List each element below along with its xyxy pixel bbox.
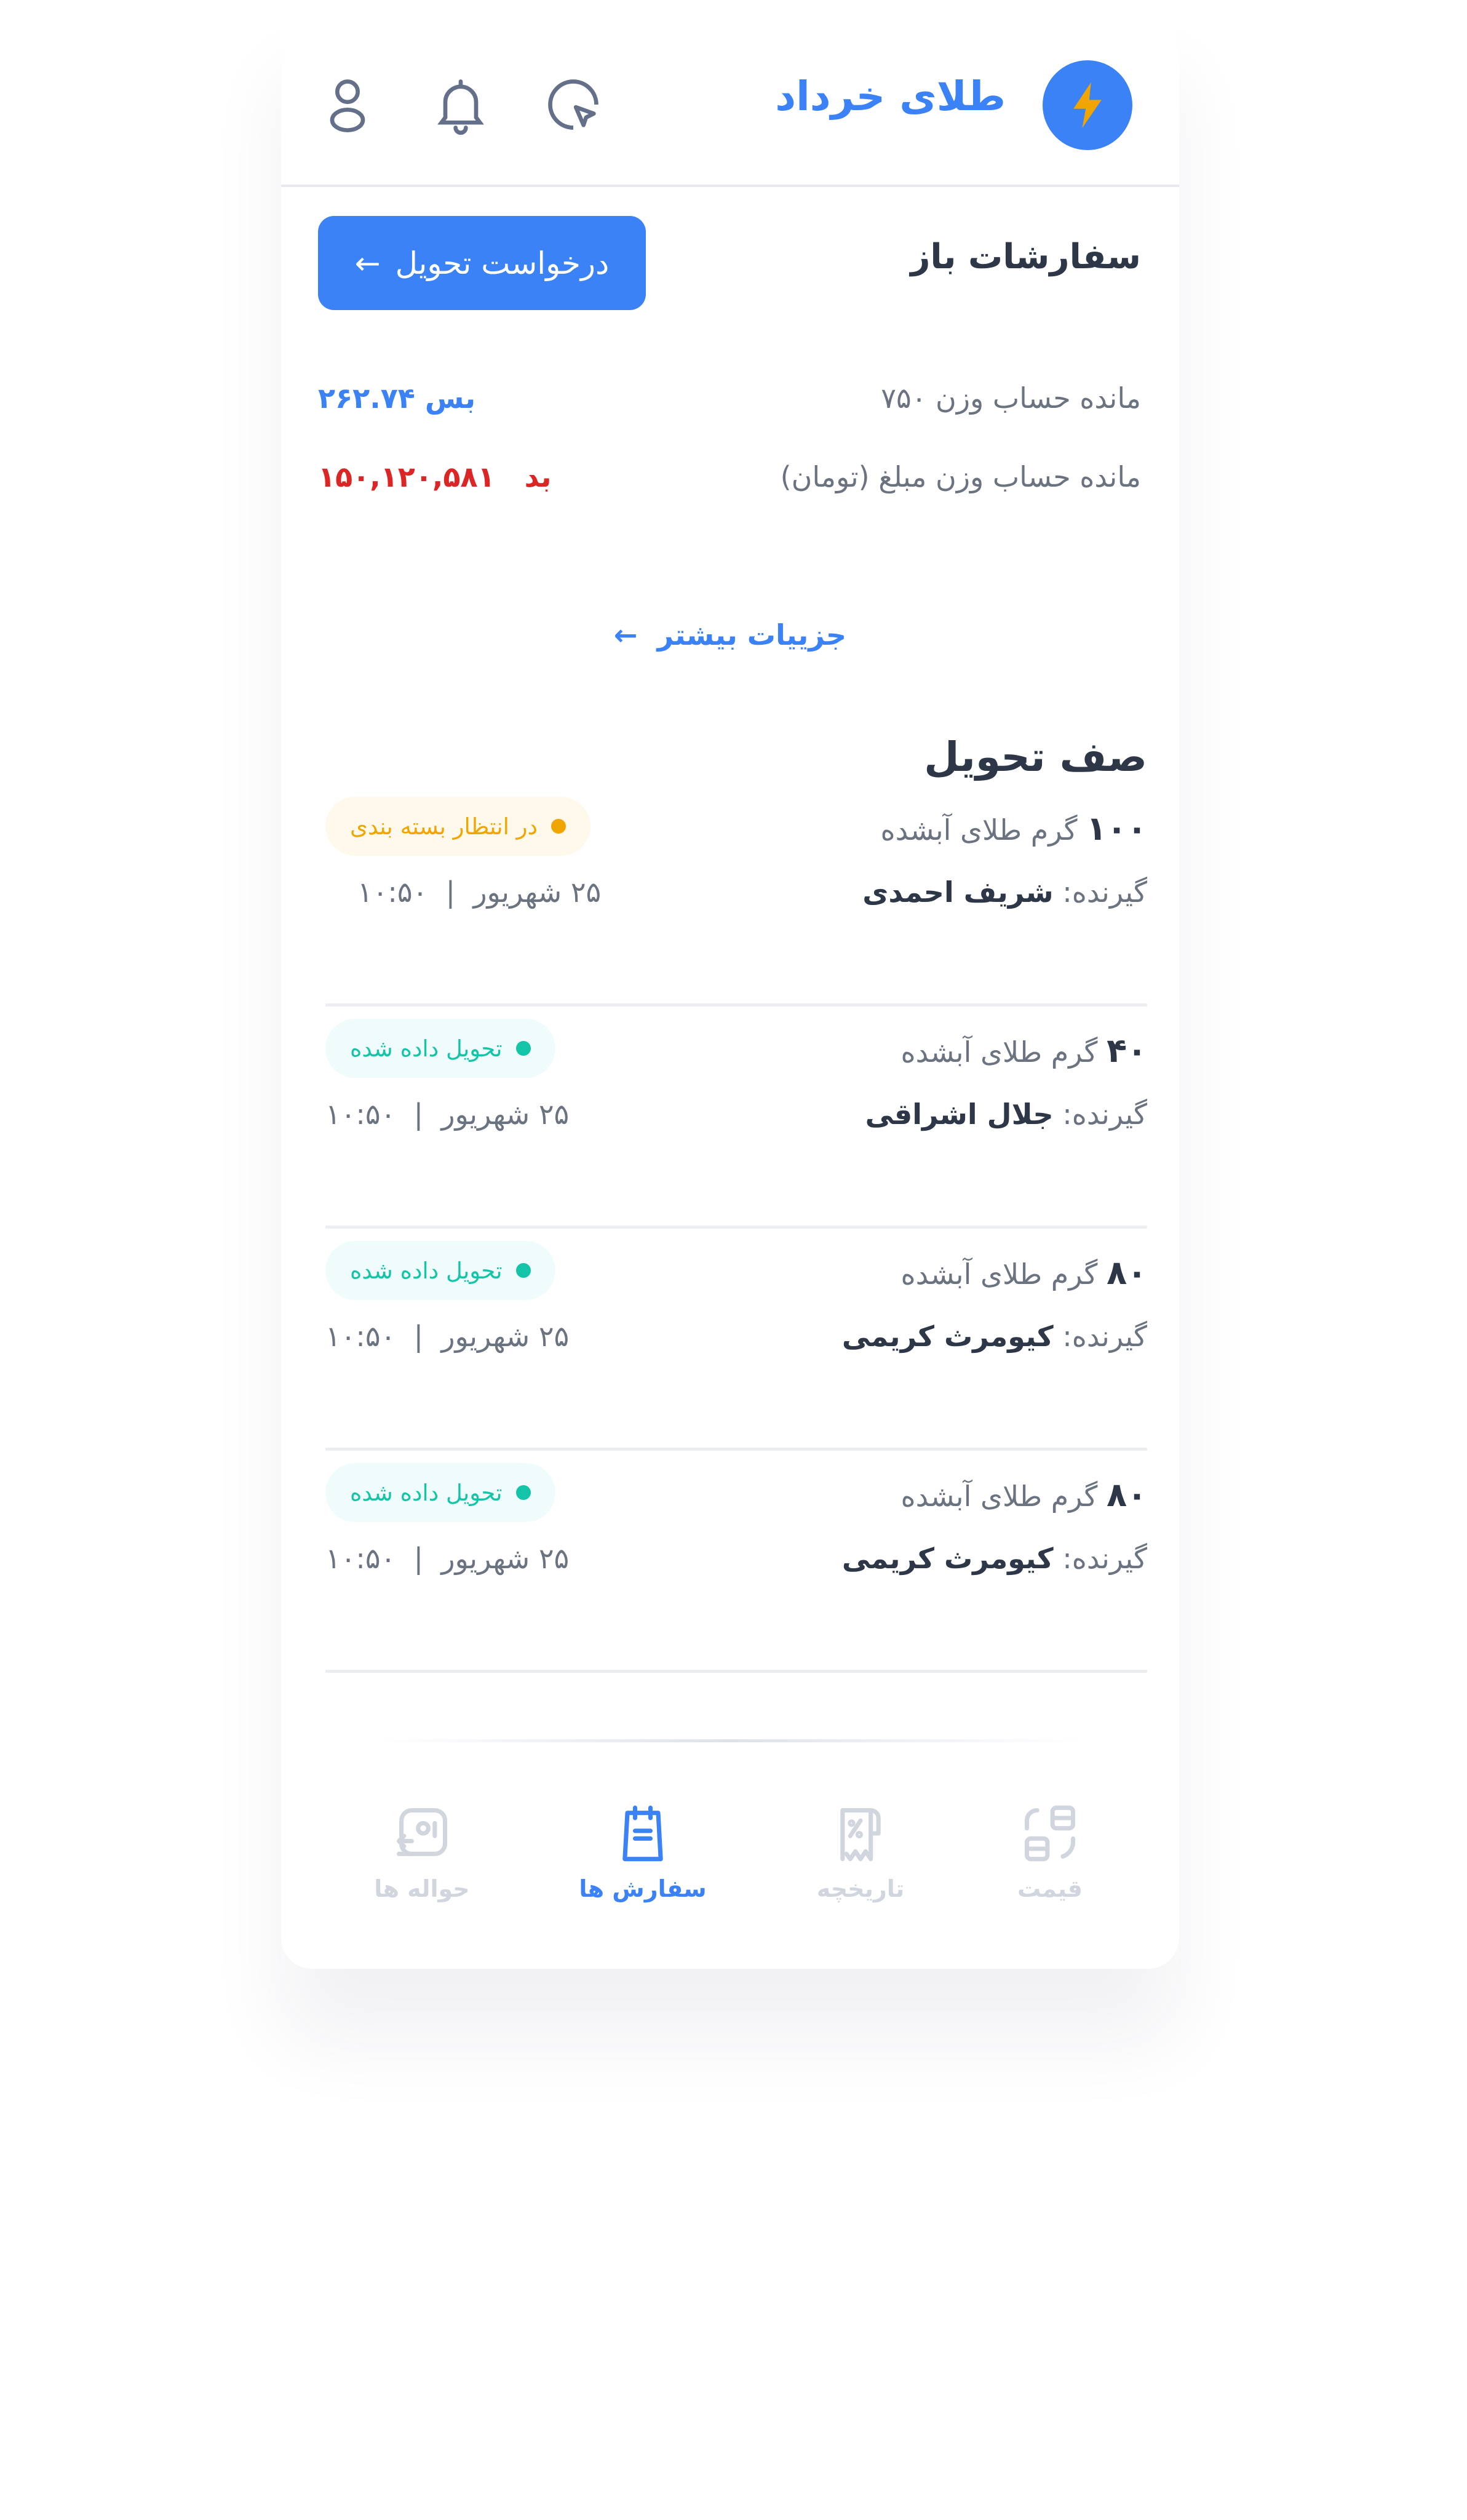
amount-unit: گرم طلای آبشده <box>900 1480 1098 1513</box>
transfer-icon <box>396 1808 448 1856</box>
item-receiver: گیرنده: کیومرث کریمی <box>842 1320 1147 1353</box>
user-icon[interactable] <box>317 74 378 135</box>
nav-item[interactable]: قیمت <box>976 1803 1124 1902</box>
nav-label: حواله ها <box>374 1875 470 1902</box>
item-receiver: گیرنده: شریف احمدی <box>862 875 1147 909</box>
status-dot <box>515 1263 531 1278</box>
queue-item[interactable]: ۱۰۰ گرم طلای آبشده گیرنده: شریف احمدی در… <box>325 784 1147 1007</box>
item-amount: ۱۰۰ گرم طلای آبشده <box>881 809 1147 848</box>
amount-unit: گرم طلای آبشده <box>900 1258 1098 1291</box>
nav-label: تاریخچه <box>816 1875 905 1902</box>
item-date: ۲۵ شهریور | ۱۰:۵۰ <box>325 1542 570 1575</box>
item-amount: ۸۰ گرم طلای آبشده <box>901 1253 1147 1292</box>
item-amount: ۴۰ گرم طلای آبشده <box>901 1031 1147 1070</box>
item-date: ۲۵ شهریور | ۱۰:۵۰ <box>325 1320 570 1353</box>
nav-label: سفارش ها <box>579 1875 707 1902</box>
weight-balance-label: مانده حساب وزن ۷۵۰ <box>881 381 1141 415</box>
item-date: ۲۵ شهریور | ۱۰:۵۰ <box>325 1098 570 1131</box>
amount-value: ۸۰ <box>1107 1253 1147 1292</box>
queue-title: صف تحویل <box>924 733 1147 781</box>
item-receiver: گیرنده: کیومرث کریمی <box>842 1542 1147 1575</box>
item-amount: ۸۰ گرم طلای آبشده <box>901 1475 1147 1514</box>
receiver-label: گیرنده: <box>1062 875 1147 909</box>
queue-item[interactable]: ۸۰ گرم طلای آبشده گیرنده: کیومرث کریمی ت… <box>325 1451 1147 1673</box>
status-label: در انتظار بسته بندی <box>350 813 538 840</box>
receiver-name: کیومرث کریمی <box>841 1542 1054 1575</box>
weight-balance-value: بس ۲۶۲.۷۴ <box>318 381 476 415</box>
queue-item[interactable]: ۸۰ گرم طلای آبشده گیرنده: کیومرث کریمی ت… <box>325 1229 1147 1451</box>
status-badge: تحویل داده شده <box>325 1241 555 1300</box>
amount-value: ۸۰ <box>1107 1475 1147 1514</box>
receipt-icon <box>840 1808 881 1862</box>
request-delivery-button[interactable]: درخواست تحویل ← <box>318 216 646 310</box>
item-divider <box>325 1670 1147 1673</box>
amount-value: ۱۰۰ <box>1086 809 1147 848</box>
receiver-name: جلال اشراقی <box>865 1098 1054 1131</box>
amount-unit: گرم طلای آبشده <box>880 813 1078 847</box>
nav-item[interactable]: تاریخچه <box>787 1803 934 1902</box>
amount-balance-value: بد ۱۵۰,۱۲۰,۵۸۱ <box>318 460 552 493</box>
amount-value: ۴۰ <box>1107 1031 1147 1070</box>
receiver-label: گیرنده: <box>1062 1098 1147 1131</box>
header-divider <box>281 185 1179 187</box>
chart-pie-icon[interactable] <box>543 74 604 135</box>
status-label: تحویل داده شده <box>350 1035 503 1062</box>
status-badge: تحویل داده شده <box>325 1019 555 1078</box>
status-dot <box>515 1485 531 1500</box>
notepad-icon <box>622 1805 663 1862</box>
status-dot <box>515 1041 531 1056</box>
item-receiver: گیرنده: جلال اشراقی <box>865 1098 1147 1131</box>
brand-logo <box>1043 60 1132 150</box>
amount-balance-label: مانده حساب وزن مبلغ (تومان) <box>780 460 1141 493</box>
status-label: تحویل داده شده <box>350 1479 503 1506</box>
amount-unit: گرم طلای آبشده <box>900 1035 1098 1069</box>
brand-name: طلای خرداد <box>775 73 1006 120</box>
page-title: سفارشات باز <box>910 237 1141 277</box>
status-label: تحویل داده شده <box>350 1257 503 1284</box>
queue-item[interactable]: ۴۰ گرم طلای آبشده گیرنده: جلال اشراقی تح… <box>325 1007 1147 1229</box>
nav-label: قیمت <box>1017 1875 1083 1902</box>
more-details-link[interactable]: جزییات بیشتر ← <box>281 618 1179 652</box>
request-delivery-label: درخواست تحویل <box>395 245 610 281</box>
arrow-left-icon: ← <box>354 245 381 281</box>
status-badge: تحویل داده شده <box>325 1463 555 1522</box>
nav-item[interactable]: سفارش ها <box>569 1803 717 1902</box>
app-card: طلای خرداد سفارشات باز درخواست تحویل ← م… <box>281 0 1179 1969</box>
bell-icon[interactable] <box>430 74 491 135</box>
status-dot <box>551 819 567 834</box>
receiver-name: شریف احمدی <box>862 875 1054 909</box>
nav-divider <box>380 1739 1081 1742</box>
nav-item[interactable]: حواله ها <box>348 1803 496 1902</box>
price-icon <box>1024 1805 1076 1862</box>
receiver-name: کیومرث کریمی <box>841 1320 1054 1353</box>
status-badge: در انتظار بسته بندی <box>325 797 591 856</box>
more-details-label: جزییات بیشتر <box>657 618 847 652</box>
lightning-icon <box>1073 82 1102 129</box>
arrow-left-icon: ← <box>613 618 638 652</box>
item-date: ۲۵ شهریور | ۱۰:۵۰ <box>357 875 602 909</box>
receiver-label: گیرنده: <box>1062 1320 1147 1353</box>
receiver-label: گیرنده: <box>1062 1542 1147 1575</box>
